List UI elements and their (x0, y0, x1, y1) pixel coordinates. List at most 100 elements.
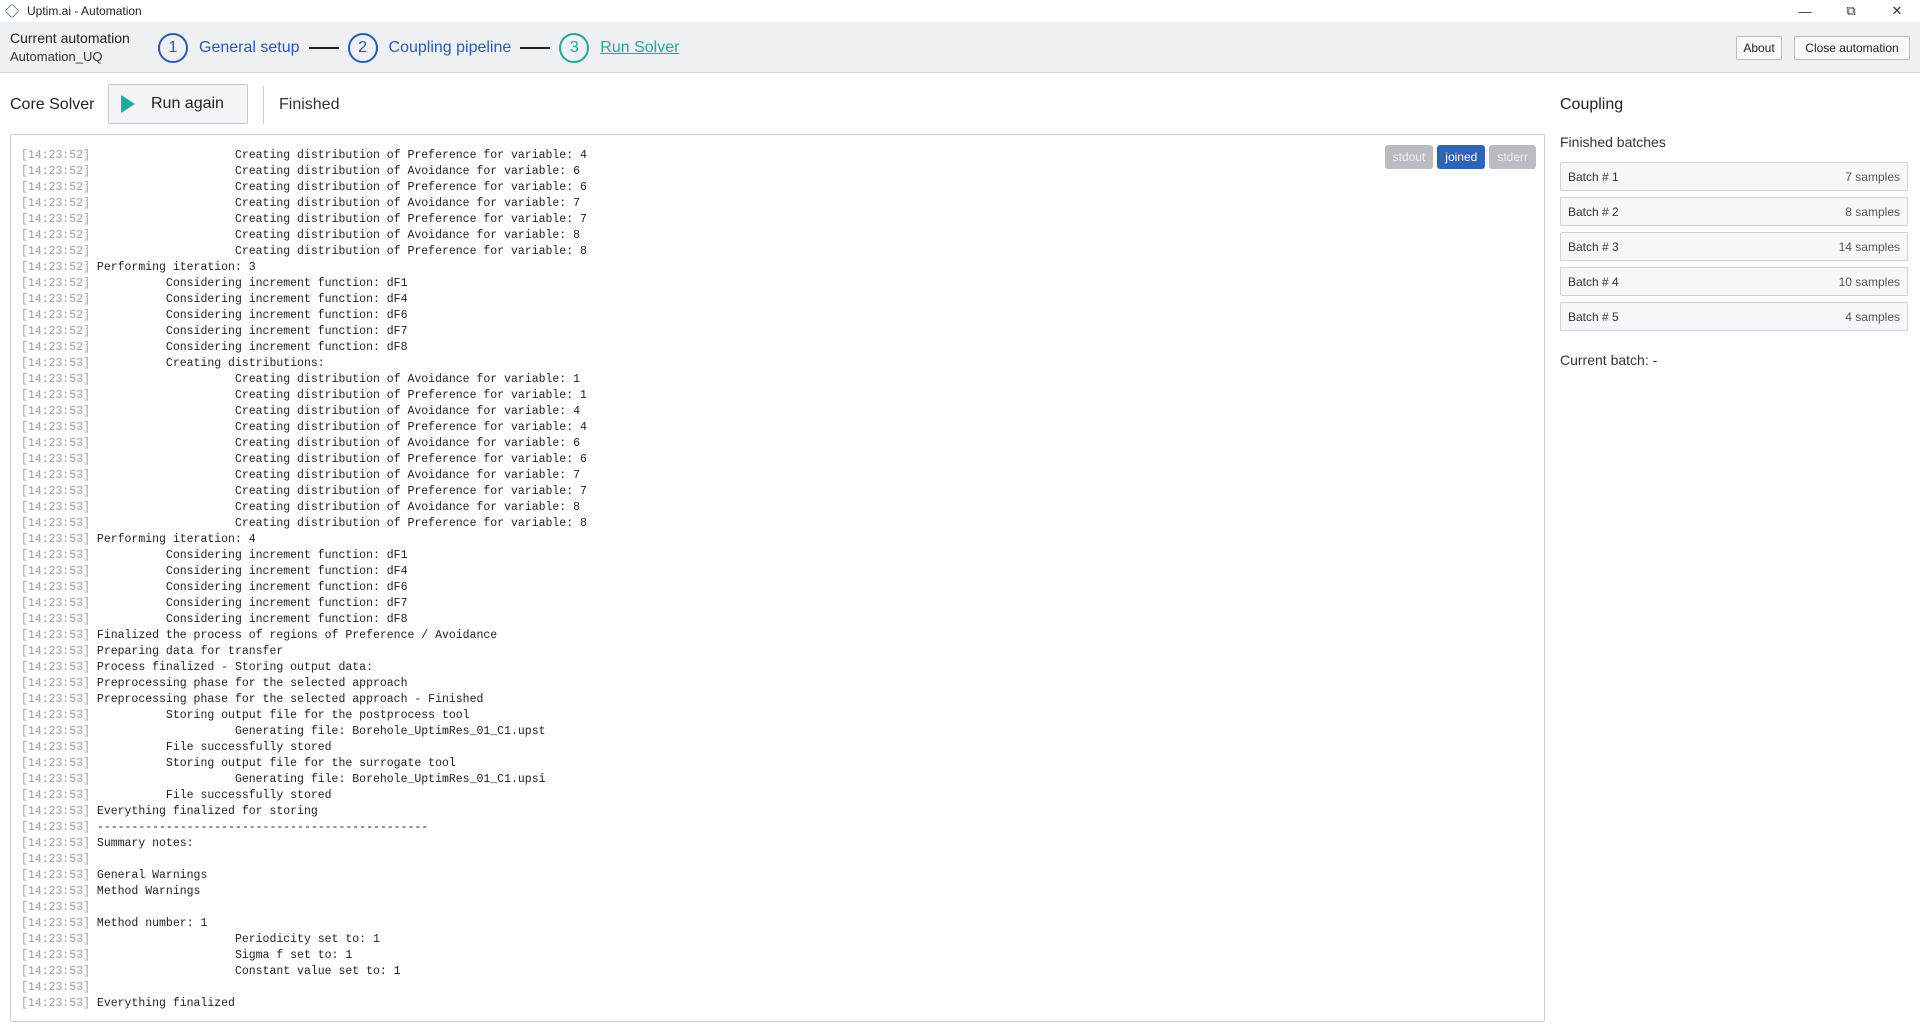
window-title: Uptim.ai - Automation (27, 4, 142, 18)
log-message: Method number: 1 (96, 917, 208, 930)
log-timestamp: [14:23:52] (21, 309, 91, 322)
log-lines: [14:23:52] Creating distribution of Pref… (21, 148, 1534, 1012)
step-connector (520, 47, 551, 49)
log-timestamp: [14:23:53] (21, 613, 91, 626)
step-general-setup[interactable]: 1 General setup (158, 33, 300, 63)
batch-name: Batch # 5 (1568, 309, 1619, 324)
log-timestamp: [14:23:52] (21, 277, 91, 290)
batch-name: Batch # 2 (1568, 204, 1619, 219)
log-line: [14:23:53] Constant value set to: 1 (21, 964, 1534, 980)
log-line: [14:23:52] Creating distribution of Pref… (21, 180, 1534, 196)
log-message: Preparing data for transfer (96, 645, 284, 658)
batch-sample-count: 10 samples (1838, 274, 1900, 289)
step-run-solver[interactable]: 3 Run Solver (559, 33, 679, 63)
log-message: Considering increment function: dF7 (96, 325, 408, 338)
log-message: Creating distribution of Avoidance for v… (96, 405, 581, 418)
log-message: Performing iteration: 4 (96, 533, 256, 546)
section-title: Core Solver (10, 96, 95, 113)
step-coupling-pipeline[interactable]: 2 Coupling pipeline (347, 33, 511, 63)
log-timestamp: [14:23:53] (21, 997, 91, 1010)
log-timestamp: [14:23:52] (21, 245, 91, 258)
restore-icon[interactable]: ⧉ (1828, 0, 1874, 22)
batch-item[interactable]: Batch # 3 14 samples (1560, 232, 1908, 261)
log-message: Finalized the process of regions of Pref… (96, 629, 498, 642)
tab-joined[interactable]: joined (1437, 145, 1486, 169)
close-automation-button[interactable]: Close automation (1794, 36, 1910, 60)
log-line: [14:23:52] Considering increment functio… (21, 276, 1534, 292)
log-message: Considering increment function: dF7 (96, 597, 408, 610)
log-line: [14:23:53] Creating distribution of Avoi… (21, 468, 1534, 484)
log-message: Generating file: Borehole_UptimRes_01_C1… (96, 773, 546, 786)
log-timestamp: [14:23:52] (21, 213, 91, 226)
log-line: [14:23:53] Creating distribution of Avoi… (21, 372, 1534, 388)
log-timestamp: [14:23:53] (21, 469, 91, 482)
log-line: [14:23:53] (21, 980, 1534, 996)
log-line: [14:23:53] Considering increment functio… (21, 564, 1534, 580)
log-message: Creating distribution of Preference for … (96, 149, 587, 162)
log-timestamp: [14:23:52] (21, 181, 91, 194)
batch-list: Batch # 17 samples Batch # 28 samples Batc… (1560, 162, 1908, 337)
log-timestamp: [14:23:53] (21, 773, 91, 786)
log-line: [14:23:53] Method Warnings (21, 884, 1534, 900)
log-message: Creating distribution of Avoidance for v… (96, 373, 581, 386)
batch-item[interactable]: Batch # 2 8 samples (1560, 197, 1908, 226)
log-message: Considering increment function: dF1 (96, 277, 408, 290)
about-button[interactable]: About (1736, 36, 1782, 60)
batch-item[interactable]: Batch # 5 4 samples (1560, 302, 1908, 331)
log-line: [14:23:53] Creating distribution of Pref… (21, 516, 1534, 532)
window-controls: — ⧉ ✕ (1782, 0, 1920, 22)
log-message: Creating distribution of Preference for … (96, 389, 587, 402)
log-timestamp: [14:23:53] (21, 437, 91, 450)
log-line: [14:23:53] Storing output file for the p… (21, 708, 1534, 724)
log-timestamp: [14:23:53] (21, 821, 91, 834)
log-line: [14:23:53] Method number: 1 (21, 916, 1534, 932)
run-again-button[interactable]: Run again (108, 84, 248, 124)
log-message: Considering increment function: dF1 (96, 549, 408, 562)
step-label: Run Solver (600, 39, 680, 56)
console-output[interactable]: [14:23:52] Creating distribution of Pref… (10, 134, 1545, 1022)
batch-item[interactable]: Batch # 1 7 samples (1560, 162, 1908, 191)
log-message: Considering increment function: dF4 (96, 293, 408, 306)
log-message: Considering increment function: dF4 (96, 565, 408, 578)
wizard-steps: 1 General setup 2 Coupling pipeline 3 Ru… (158, 33, 679, 63)
minimize-icon[interactable]: — (1782, 0, 1828, 22)
log-timestamp: [14:23:53] (21, 805, 91, 818)
log-timestamp: [14:23:53] (21, 581, 91, 594)
tab-stdout[interactable]: stdout (1384, 145, 1434, 169)
log-line: [14:23:53] Creating distribution of Pref… (21, 388, 1534, 404)
log-timestamp: [14:23:53] (21, 853, 91, 866)
log-message: Creating distribution of Avoidance for v… (96, 437, 581, 450)
finished-batches-label: Finished batches (1560, 134, 1666, 150)
log-message: Periodicity set to: 1 (96, 933, 380, 946)
batch-sample-count: 7 samples (1845, 169, 1900, 184)
log-message: Storing output file for the surrogate to… (96, 757, 456, 770)
log-timestamp: [14:23:53] (21, 725, 91, 738)
log-line: [14:23:53] Creating distribution of Pref… (21, 452, 1534, 468)
log-message: Sigma f set to: 1 (96, 949, 353, 962)
current-automation-name: Automation_UQ (10, 49, 103, 64)
log-line: [14:23:53] Considering increment functio… (21, 612, 1534, 628)
log-timestamp: [14:23:53] (21, 389, 91, 402)
batch-item[interactable]: Batch # 4 10 samples (1560, 267, 1908, 296)
log-line: [14:23:52] Considering increment functio… (21, 324, 1534, 340)
log-timestamp: [14:23:53] (21, 885, 91, 898)
log-message: Preprocessing phase for the selected app… (96, 677, 408, 690)
batch-name: Batch # 1 (1568, 169, 1619, 184)
log-message: Creating distributions: (96, 357, 325, 370)
current-automation-label: Current automation (10, 30, 130, 46)
log-line: [14:23:53] (21, 852, 1534, 868)
log-message: ----------------------------------------… (96, 821, 429, 834)
log-timestamp: [14:23:53] (21, 629, 91, 642)
log-message: Process finalized - Storing output data: (96, 661, 373, 674)
log-line: [14:23:53] Preparing data for transfer (21, 644, 1534, 660)
tab-stderr[interactable]: stderr (1489, 145, 1536, 169)
batch-sample-count: 8 samples (1845, 204, 1900, 219)
close-icon[interactable]: ✕ (1874, 0, 1920, 22)
log-line: [14:23:53] Creating distributions: (21, 356, 1534, 372)
step-number: 1 (158, 33, 188, 63)
log-timestamp: [14:23:53] (21, 453, 91, 466)
log-message: Creating distribution of Preference for … (96, 421, 587, 434)
step-number: 2 (347, 33, 378, 63)
log-message: Creating distribution of Avoidance for v… (96, 165, 581, 178)
log-timestamp: [14:23:52] (21, 293, 91, 306)
